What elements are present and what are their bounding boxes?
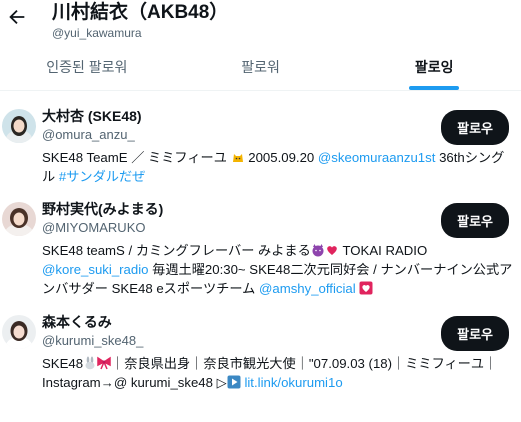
heart-emoji xyxy=(359,281,373,295)
user-cell[interactable]: 野村実代(みよまる) @MIYOMARUKO 팔로우 SKE48 teamS /… xyxy=(0,199,521,298)
bio-text: TOKAI RADIO xyxy=(338,243,428,258)
user-cell[interactable]: 大村杏 (SKE48) @omura_anzu_ 팔로우 SKE48 TeamE… xyxy=(0,106,521,186)
tab-verified-followers[interactable]: 인증된 팔로워 xyxy=(0,54,174,90)
avatar[interactable] xyxy=(2,202,36,236)
follow-button[interactable]: 팔로우 xyxy=(441,316,509,351)
page-title: 川村結衣（AKB48） xyxy=(52,2,229,23)
bio-hashtag-link[interactable]: #サンダルだぜ xyxy=(59,169,145,184)
bio-mention-link[interactable]: @skeomuraanzu1st xyxy=(318,150,435,165)
bio-text: SKE48 teamS / カミングフレーバー みよまる xyxy=(42,243,311,258)
play-button-emoji xyxy=(227,375,241,389)
avatar[interactable] xyxy=(2,109,36,143)
bio-text: SKE48 TeamE ／ ミミフィーユ xyxy=(42,150,231,165)
bio-text: SKE48 xyxy=(42,356,84,371)
two-hearts-emoji xyxy=(326,246,337,255)
user-bio: SKE48 teamS / カミングフレーバー みよまる TOKAI RADIO… xyxy=(42,241,513,298)
profile-header: 川村結衣（AKB48） @yui_kawamura xyxy=(0,0,521,54)
user-bio: SKE48 ｜奈良県出身｜奈良市観光大使｜"07.09.03 (18)｜ミミフィー… xyxy=(42,354,513,392)
tab-bar: 인증된 팔로워 팔로워 팔로잉 xyxy=(0,54,521,91)
avatar-image xyxy=(2,315,36,349)
user-cell[interactable]: 森本くるみ @kurumi_ske48_ 팔로우 SKE48 ｜奈良県出身｜奈良市… xyxy=(0,312,521,392)
avatar-image xyxy=(2,202,36,236)
tab-followers[interactable]: 팔로워 xyxy=(174,54,348,90)
user-bio: SKE48 TeamE ／ ミミフィーユ 2005.09.20 @skeomur… xyxy=(42,148,513,186)
page-handle: @yui_kawamura xyxy=(52,26,142,40)
bio-mention-link[interactable]: @kore_suki_radio xyxy=(42,262,149,277)
ribbon-emoji xyxy=(97,356,111,370)
rabbit-emoji xyxy=(85,356,95,370)
arrow-left-icon[interactable] xyxy=(6,6,28,28)
cat-emoji xyxy=(232,154,243,162)
smiling-devil-emoji xyxy=(312,244,324,257)
bio-url-link[interactable]: lit.link/okurumi1o xyxy=(241,375,342,390)
title-block: 川村結衣（AKB48） @yui_kawamura xyxy=(52,0,228,40)
bio-mention-link[interactable]: @amshy_official xyxy=(259,281,356,296)
bio-text: 2005.09.20 xyxy=(244,150,318,165)
tab-following[interactable]: 팔로잉 xyxy=(347,54,521,90)
avatar-image xyxy=(2,109,36,143)
follow-button[interactable]: 팔로우 xyxy=(441,203,509,238)
avatar[interactable] xyxy=(2,315,36,349)
follow-button[interactable]: 팔로우 xyxy=(441,110,509,145)
